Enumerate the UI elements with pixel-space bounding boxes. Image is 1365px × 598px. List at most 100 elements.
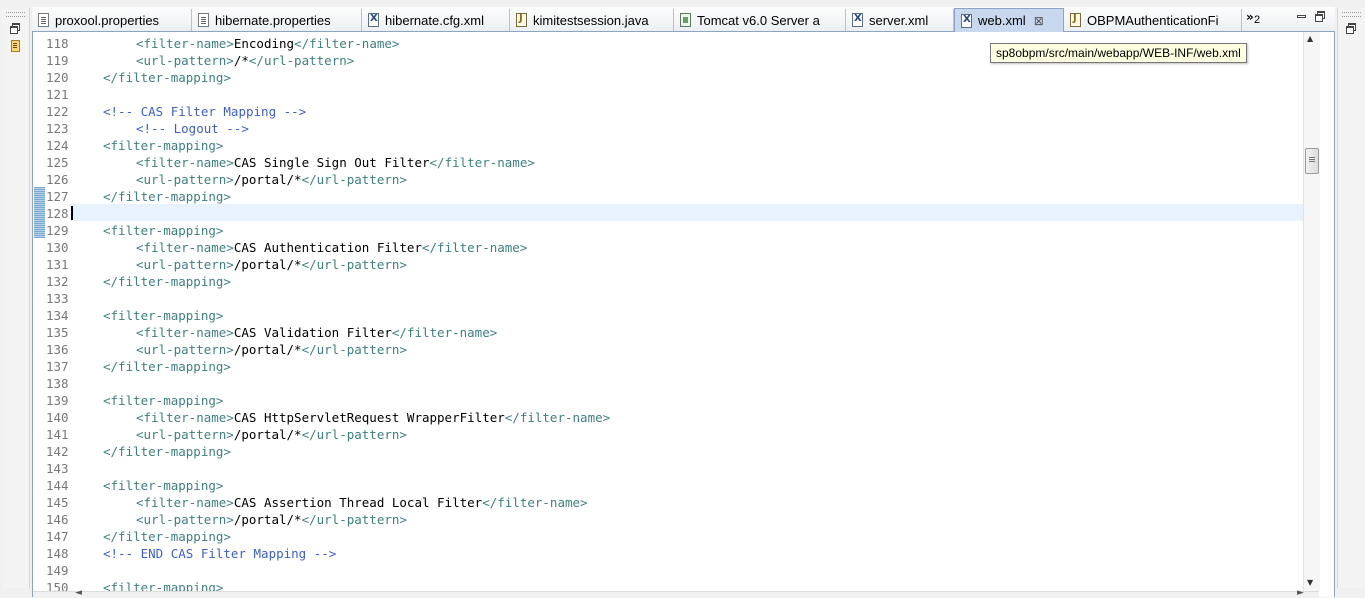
code-line: 139 <filter-mapping> xyxy=(33,392,1303,409)
xml-text-value: /portal/* xyxy=(233,512,302,527)
editor-window-controls xyxy=(1297,11,1325,22)
outline-view-button[interactable] xyxy=(10,40,21,52)
tab-label: OBPMAuthenticationFi xyxy=(1087,12,1219,28)
code-line: 132 </filter-mapping> xyxy=(33,273,1303,290)
java-file-icon xyxy=(1070,13,1081,27)
tab-tomcat-server[interactable]: Tomcat v6.0 Server a xyxy=(674,9,846,31)
line-text: <!-- CAS Filter Mapping --> xyxy=(103,103,306,120)
tab-server-xml[interactable]: server.xml xyxy=(846,9,954,31)
xml-open-tag: <filter-name> xyxy=(136,155,234,170)
outline-icon xyxy=(10,40,20,52)
line-text: <url-pattern>/portal/*</url-pattern> xyxy=(136,256,407,273)
line-text: <url-pattern>/portal/*</url-pattern> xyxy=(136,341,407,358)
line-number: 118 xyxy=(46,36,69,51)
line-text: <filter-name>CAS Validation Filter</filt… xyxy=(136,324,497,341)
xml-text-value: CAS Single Sign Out Filter xyxy=(233,155,430,170)
tab-label: Tomcat v6.0 Server a xyxy=(697,12,820,28)
code-line: 129 <filter-mapping> xyxy=(33,222,1303,239)
xml-close-tag: </filter-name> xyxy=(391,325,498,340)
line-number: 138 xyxy=(46,376,69,391)
line-number: 120 xyxy=(46,70,69,85)
code-line: 145 <filter-name>CAS Assertion Thread Loc… xyxy=(33,494,1303,511)
line-text: <url-pattern>/*</url-pattern> xyxy=(136,52,354,69)
xml-tag: </filter-mapping> xyxy=(103,444,231,459)
restore-button[interactable] xyxy=(10,23,21,34)
line-text: </filter-mapping> xyxy=(103,273,231,290)
xml-tag: </filter-mapping> xyxy=(103,189,231,204)
xml-text-value: Encoding xyxy=(233,36,295,51)
xml-comment: <!-- END CAS Filter Mapping --> xyxy=(103,546,337,561)
tab-label: proxool.properties xyxy=(55,12,160,28)
tab-label: hibernate.cfg.xml xyxy=(385,12,484,28)
line-number: 129 xyxy=(46,223,69,238)
xml-text-value: /portal/* xyxy=(233,342,302,357)
line-text: <!-- END CAS Filter Mapping --> xyxy=(103,545,336,562)
xml-tag: <filter-mapping> xyxy=(103,308,224,323)
code-line: 149 xyxy=(33,562,1303,579)
scroll-up-arrow-icon[interactable]: ▲ xyxy=(1307,34,1313,43)
line-text: <filter-mapping> xyxy=(103,137,223,154)
xml-comment: <!-- CAS Filter Mapping --> xyxy=(103,104,307,119)
tab-overflow-count[interactable]: 2 xyxy=(1254,14,1260,26)
xml-close-tag: </url-pattern> xyxy=(248,53,355,68)
xml-text-value: /portal/* xyxy=(233,172,302,187)
line-number: 149 xyxy=(46,563,69,578)
line-text: </filter-mapping> xyxy=(103,443,231,460)
line-number: 144 xyxy=(46,478,69,493)
tab-proxool-properties[interactable]: proxool.properties xyxy=(32,9,192,31)
xml-open-tag: <filter-name> xyxy=(136,410,234,425)
tab-hibernate-cfg-xml[interactable]: hibernate.cfg.xml xyxy=(362,9,510,31)
code-line: 135 <filter-name>CAS Validation Filter</f… xyxy=(33,324,1303,341)
tab-obpm-authentication[interactable]: OBPMAuthenticationFi xyxy=(1064,9,1242,31)
line-number: 133 xyxy=(46,291,69,306)
scrollbar-thumb[interactable] xyxy=(1305,148,1319,174)
line-text: <filter-name>Encoding</filter-name> xyxy=(136,35,399,52)
vertical-scrollbar[interactable]: ▲ ▼ xyxy=(1303,32,1320,591)
line-number: 122 xyxy=(46,104,69,119)
line-number: 123 xyxy=(46,121,69,136)
line-text: <filter-name>CAS Authentication Filter</… xyxy=(136,239,527,256)
line-number: 145 xyxy=(46,495,69,510)
tab-overflow-chevron-icon[interactable]: » xyxy=(1246,10,1254,24)
tab-web-xml[interactable]: web.xml ⊠ xyxy=(954,8,1064,32)
drag-handle[interactable] xyxy=(6,12,25,17)
drag-handle[interactable] xyxy=(1342,12,1361,17)
code-line: 125 <filter-name>CAS Single Sign Out Filt… xyxy=(33,154,1303,171)
tab-kimitestsession-java[interactable]: kimitestsession.java xyxy=(510,9,674,31)
line-number: 121 xyxy=(46,87,69,102)
line-number: 132 xyxy=(46,274,69,289)
line-text: <filter-mapping> xyxy=(103,477,223,494)
line-number: 134 xyxy=(46,308,69,323)
line-text: </filter-mapping> xyxy=(103,188,231,205)
restore-button[interactable] xyxy=(1346,23,1357,34)
xml-open-tag: <url-pattern> xyxy=(136,257,234,272)
maximize-restore-icon[interactable] xyxy=(1315,11,1325,22)
scroll-down-arrow-icon[interactable]: ▼ xyxy=(1307,578,1313,587)
code-line: 131 <url-pattern>/portal/*</url-pattern> xyxy=(33,256,1303,273)
xml-open-tag: <filter-name> xyxy=(136,495,234,510)
line-number: 135 xyxy=(46,325,69,340)
xml-close-tag: </url-pattern> xyxy=(301,257,407,272)
line-text: <url-pattern>/portal/*</url-pattern> xyxy=(136,426,407,443)
xml-close-tag: </url-pattern> xyxy=(301,172,407,187)
minimize-icon[interactable] xyxy=(1297,14,1306,18)
code-line: 138 xyxy=(33,375,1303,392)
close-tab-icon[interactable]: ⊠ xyxy=(1034,14,1044,28)
code-line: 137 </filter-mapping> xyxy=(33,358,1303,375)
line-number: 125 xyxy=(46,155,69,170)
xml-tag: </filter-mapping> xyxy=(103,70,231,85)
xml-open-tag: <filter-name> xyxy=(136,325,234,340)
code-line: 148 <!-- END CAS Filter Mapping --> xyxy=(33,545,1303,562)
line-number: 147 xyxy=(46,529,69,544)
line-number: 131 xyxy=(46,257,69,272)
tab-hibernate-properties[interactable]: hibernate.properties xyxy=(192,9,362,31)
right-trim-stack xyxy=(1337,8,1365,588)
xml-close-tag: </url-pattern> xyxy=(301,427,407,442)
code-line: 147 </filter-mapping> xyxy=(33,528,1303,545)
xml-open-tag: <url-pattern> xyxy=(136,342,234,357)
code-editor[interactable]: 118 <filter-name>Encoding</filter-name> 11… xyxy=(33,32,1303,597)
line-number: 126 xyxy=(46,172,69,187)
xml-comment: <!-- Logout --> xyxy=(136,121,249,136)
line-number: 137 xyxy=(46,359,69,374)
xml-tag: </filter-mapping> xyxy=(103,274,231,289)
